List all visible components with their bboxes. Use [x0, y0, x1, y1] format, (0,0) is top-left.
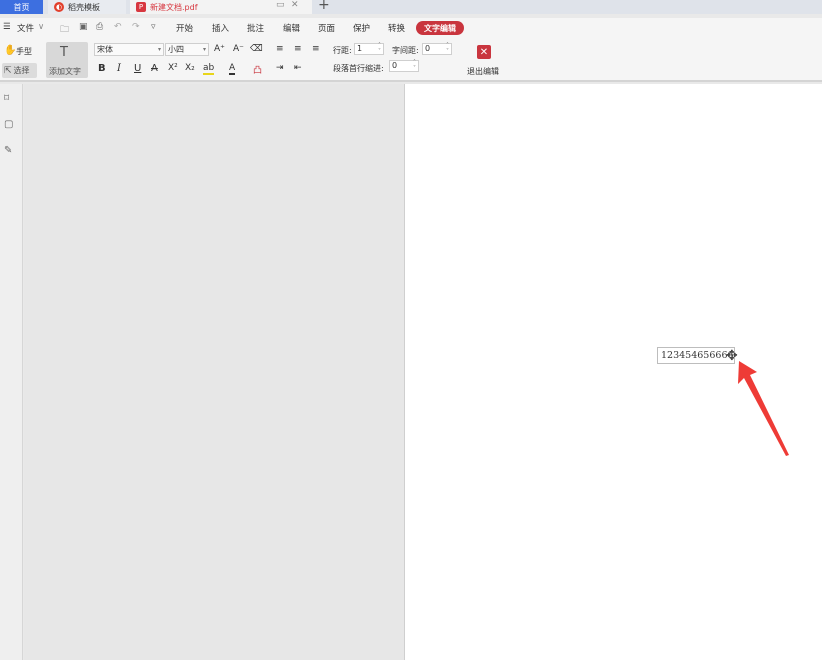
red-arrow-shape [738, 361, 789, 456]
annotation-arrow [738, 361, 789, 456]
